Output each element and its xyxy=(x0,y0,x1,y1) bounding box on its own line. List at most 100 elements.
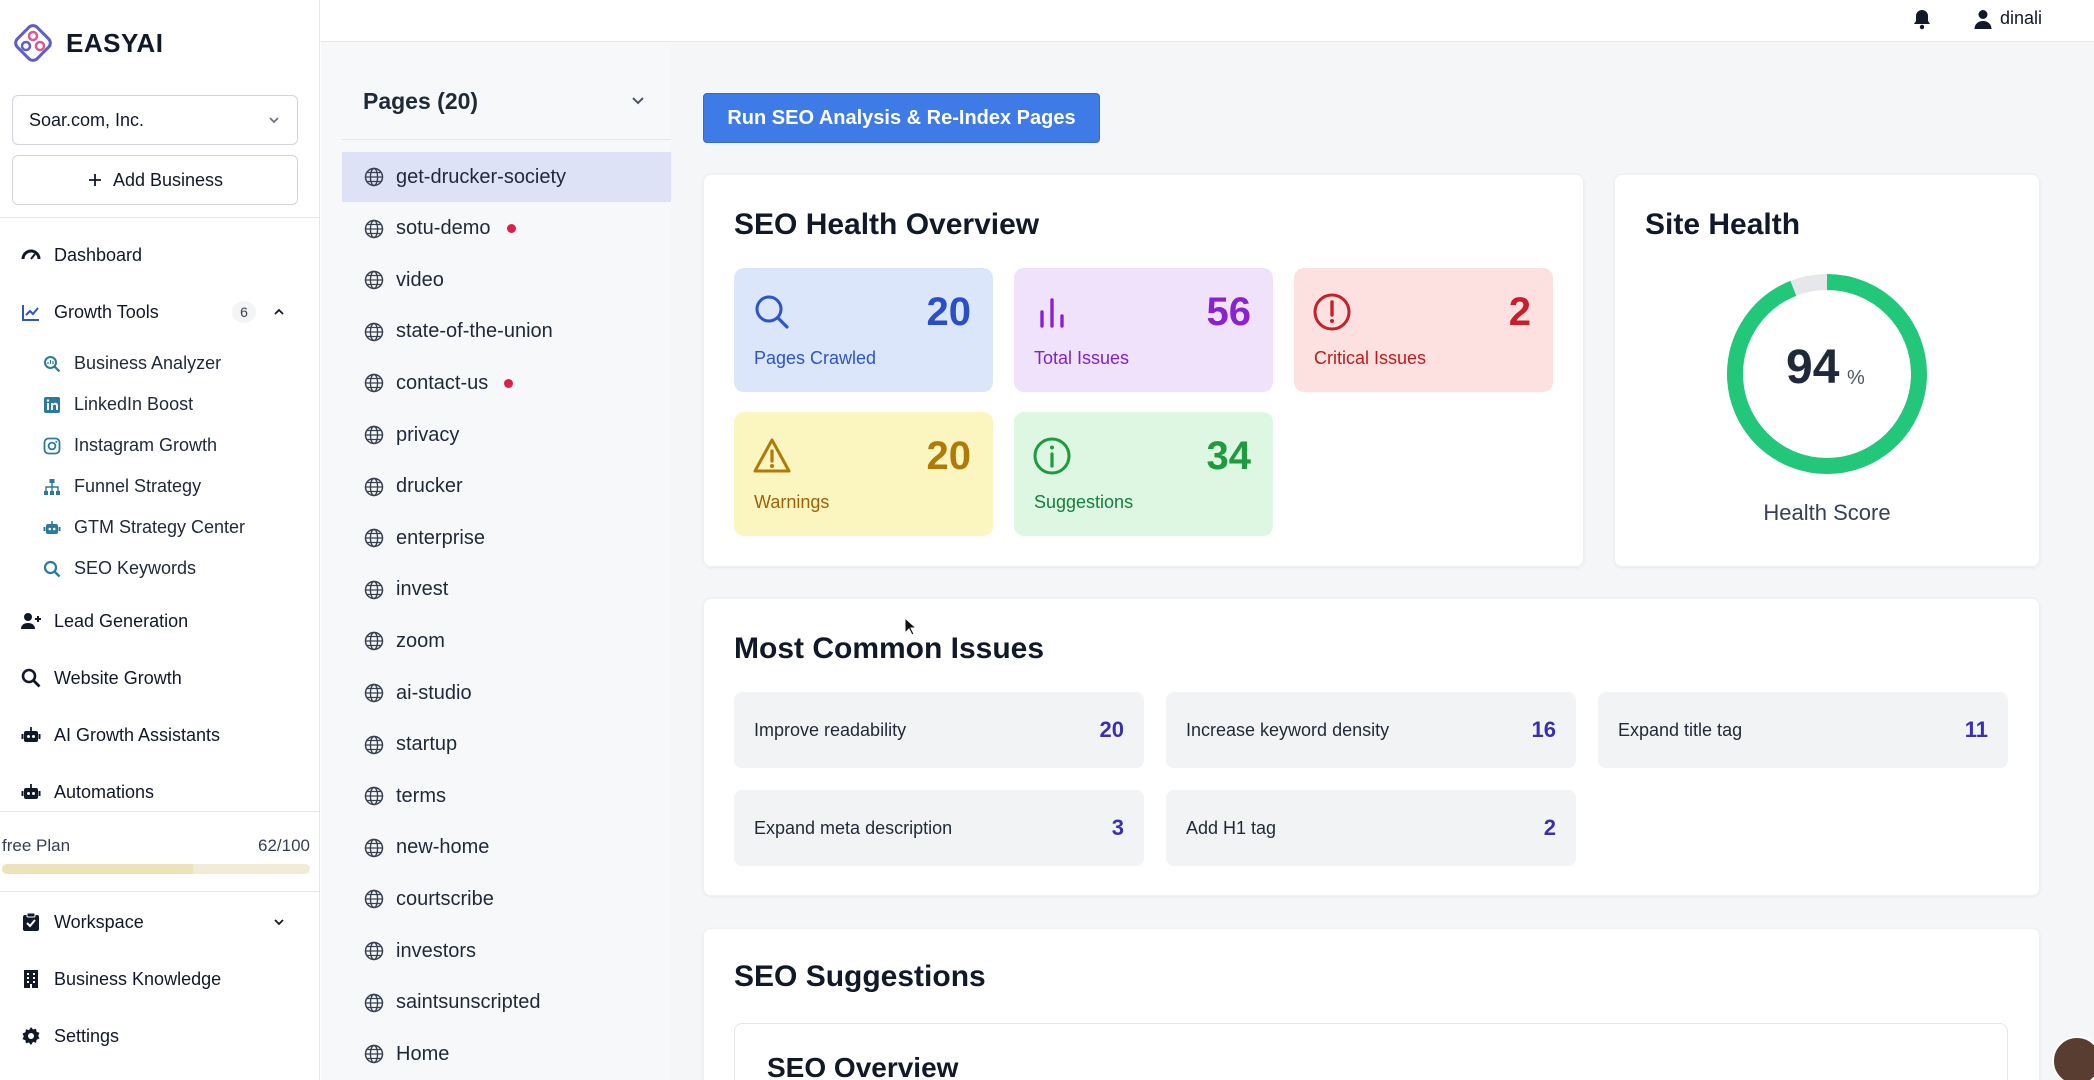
robot-icon xyxy=(20,724,42,746)
issue-item[interactable]: Add H1 tag 2 xyxy=(1166,790,1576,866)
chevron-down-icon xyxy=(267,113,281,127)
page-list-item[interactable]: courtscribe xyxy=(342,874,672,924)
warning-triangle-icon xyxy=(752,436,792,476)
globe-icon xyxy=(364,528,384,548)
building-icon xyxy=(20,968,42,990)
page-list-item[interactable]: terms xyxy=(342,771,672,821)
page-list-item[interactable]: new-home xyxy=(342,823,672,873)
issue-count: 16 xyxy=(1531,717,1556,742)
stat-label: Total Issues xyxy=(1034,348,1130,368)
common-issues-title: Most Common Issues xyxy=(734,632,1045,665)
page-list-item[interactable]: get-drucker-society xyxy=(342,152,672,202)
page-list-item[interactable]: video xyxy=(342,255,672,305)
support-avatar[interactable] xyxy=(2052,1036,2094,1080)
stat-tile-suggestions[interactable]: 34 Suggestions xyxy=(1014,412,1273,536)
alert-dot xyxy=(504,378,514,388)
issue-item[interactable]: Expand meta description 3 xyxy=(734,790,1144,866)
page-list-item-label: startup xyxy=(396,733,458,756)
nav-website-growth[interactable]: Website Growth xyxy=(20,667,182,689)
sidebar-divider xyxy=(0,891,319,892)
logo-text: EASYAI xyxy=(66,27,164,58)
issue-item[interactable]: Increase keyword density 16 xyxy=(1166,692,1576,768)
globe-icon xyxy=(364,425,384,445)
page-list-item[interactable]: Home xyxy=(342,1029,672,1079)
page-list-item[interactable]: contact-us xyxy=(342,358,672,408)
chevron-down-icon[interactable] xyxy=(630,92,646,108)
chevron-down-icon[interactable] xyxy=(272,915,286,929)
page-list-item[interactable]: privacy xyxy=(342,410,672,460)
page-list-item-label: courtscribe xyxy=(396,887,494,910)
page-list-item-label: state-of-the-union xyxy=(396,320,553,343)
sidebar-item-label: Instagram Growth xyxy=(74,435,218,455)
search-icon xyxy=(42,559,62,579)
stat-tile-critical-issues[interactable]: 2 Critical Issues xyxy=(1294,268,1553,392)
growth-tools-count-badge: 6 xyxy=(232,301,256,323)
nav-ai-growth-assistants[interactable]: AI Growth Assistants xyxy=(20,724,220,746)
sidebar-item-seo-keywords[interactable]: SEO Keywords xyxy=(42,558,196,579)
sidebar-item-linkedin-boost[interactable]: LinkedIn Boost xyxy=(42,394,193,415)
sidebar-divider xyxy=(0,217,319,218)
page-list-item[interactable]: saintsunscripted xyxy=(342,978,672,1028)
stat-value: 56 xyxy=(1206,290,1252,334)
sidebar-item-label: GTM Strategy Center xyxy=(74,517,246,537)
page-list-item[interactable]: invest xyxy=(342,565,672,615)
add-business-button[interactable]: Add Business xyxy=(12,155,298,205)
globe-icon xyxy=(364,219,384,239)
run-seo-analysis-button[interactable]: Run SEO Analysis & Re-Index Pages xyxy=(703,93,1100,143)
sidebar-item-label: Funnel Strategy xyxy=(74,476,202,496)
nav-ai-growth-assistants-label: AI Growth Assistants xyxy=(54,724,221,745)
sidebar-item-gtm-strategy-center[interactable]: GTM Strategy Center xyxy=(42,517,245,538)
nav-dashboard[interactable]: Dashboard xyxy=(20,244,142,266)
page-list-item[interactable]: zoom xyxy=(342,616,672,666)
page-list-item[interactable]: investors xyxy=(342,926,672,976)
nav-settings[interactable]: Settings xyxy=(20,1025,119,1047)
site-health-title: Site Health xyxy=(1645,208,1801,241)
page-list-item[interactable]: sotu-demo xyxy=(342,204,672,254)
nav-lead-generation[interactable]: Lead Generation xyxy=(20,610,188,632)
logo[interactable]: EASYAI xyxy=(12,22,163,64)
issue-item[interactable]: Improve readability 20 xyxy=(734,692,1144,768)
issue-count: 3 xyxy=(1111,815,1124,840)
stat-tile-total-issues[interactable]: 56 Total Issues xyxy=(1014,268,1273,392)
top-bar xyxy=(321,0,2094,42)
issue-count: 11 xyxy=(1964,717,1988,742)
stat-value: 34 xyxy=(1206,434,1252,478)
globe-icon xyxy=(364,1044,384,1064)
user-menu[interactable]: dinali xyxy=(1974,8,2042,29)
globe-icon xyxy=(364,631,384,651)
health-score-unit: % xyxy=(1847,367,1865,389)
page-list-item[interactable]: state-of-the-union xyxy=(342,307,672,357)
business-select[interactable]: Soar.com, Inc. xyxy=(12,95,298,145)
add-business-label: Add Business xyxy=(112,169,224,190)
stat-tile-pages-crawled[interactable]: 20 Pages Crawled xyxy=(734,268,993,392)
stat-tile-warnings[interactable]: 20 Warnings xyxy=(734,412,993,536)
sidebar-item-funnel-strategy[interactable]: Funnel Strategy xyxy=(42,476,201,497)
page-list-item[interactable]: enterprise xyxy=(342,513,672,563)
nav-business-knowledge[interactable]: Business Knowledge xyxy=(20,968,221,990)
bell-icon[interactable] xyxy=(1912,8,1932,30)
page-list-item[interactable]: drucker xyxy=(342,462,672,512)
bar-chart-icon xyxy=(1032,292,1072,332)
nav-growth-tools[interactable]: Growth Tools xyxy=(20,301,159,323)
page-list-item-label: enterprise xyxy=(396,526,485,549)
search-icon xyxy=(752,292,792,332)
nav-automations[interactable]: Automations xyxy=(20,781,154,803)
stat-label: Warnings xyxy=(754,492,830,512)
linkedin-icon xyxy=(42,395,62,415)
page-list-item[interactable]: ai-studio xyxy=(342,668,672,718)
plan-usage-fill xyxy=(2,864,193,874)
page-list-item-label: Home xyxy=(396,1042,450,1065)
issue-item[interactable]: Expand title tag 11 xyxy=(1598,692,2008,768)
issue-count: 20 xyxy=(1099,717,1124,742)
sidebar-item-instagram-growth[interactable]: Instagram Growth xyxy=(42,435,217,456)
page-list-item[interactable]: startup xyxy=(342,720,672,770)
nav-workspace[interactable]: Workspace xyxy=(20,911,144,933)
globe-icon xyxy=(364,580,384,600)
page-list-item-label: drucker xyxy=(396,475,463,498)
chevron-up-icon[interactable] xyxy=(272,305,286,319)
instagram-icon xyxy=(42,436,62,456)
username: dinali xyxy=(2000,8,2043,28)
sidebar-item-business-analyzer[interactable]: Business Analyzer xyxy=(42,353,221,374)
page-list-item-label: saintsunscripted xyxy=(396,991,541,1014)
nav-settings-label: Settings xyxy=(54,1025,120,1046)
